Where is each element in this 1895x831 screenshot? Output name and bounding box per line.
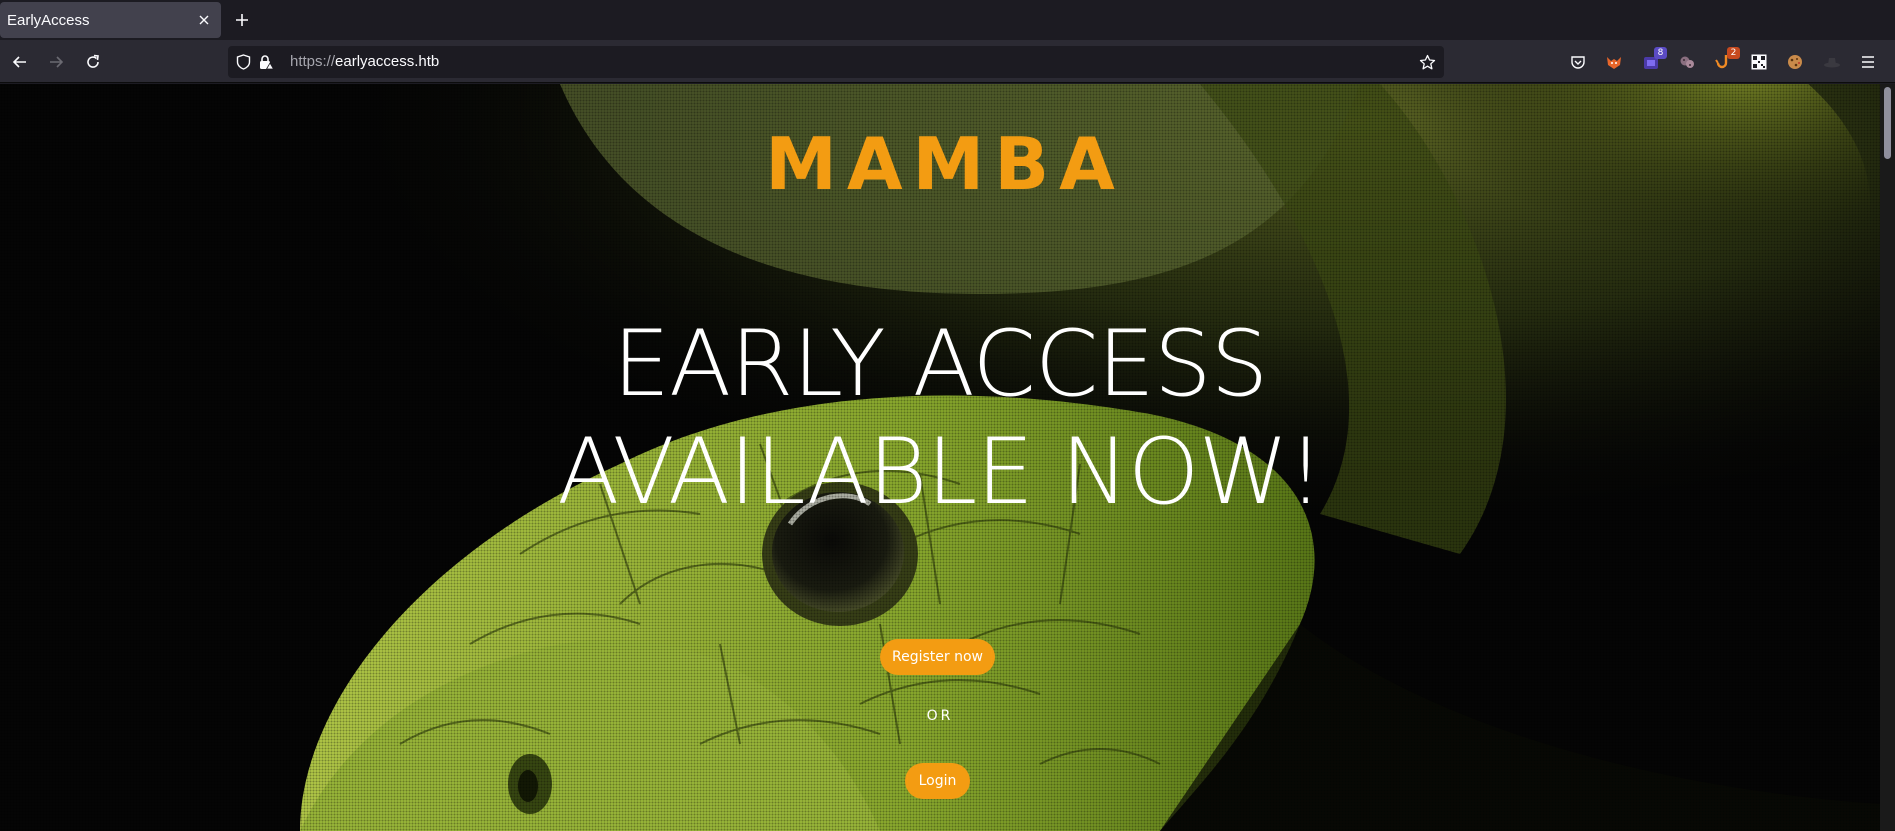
brand-logo-text: MAMBA [765,122,1125,206]
navigation-toolbar: https://earlyaccess.htb 8 2 [0,40,1895,83]
hero-section: MAMBA EARLY ACCESS AVAILABLE NOW! Regist… [0,84,1880,831]
qr-code-icon[interactable] [1748,51,1770,73]
cookie-icon[interactable] [1784,51,1806,73]
url-text[interactable]: https://earlyaccess.htb [290,53,439,70]
url-bar[interactable]: https://earlyaccess.htb [228,46,1444,78]
forward-arrow-icon[interactable] [44,50,68,74]
tab-close-icon[interactable] [193,9,215,31]
register-now-button[interactable]: Register now [880,639,995,675]
page-viewport: MAMBA EARLY ACCESS AVAILABLE NOW! Regist… [0,84,1895,831]
reload-icon[interactable] [81,50,105,74]
extension-badge: 8 [1654,47,1667,59]
tab-strip: EarlyAccess [0,0,1895,40]
hero-headline: EARLY ACCESS AVAILABLE NOW! [0,311,1880,527]
hat-icon[interactable] [1821,51,1843,73]
or-separator: OR [926,708,954,724]
foxyproxy-icon[interactable] [1603,51,1625,73]
cookie-editor-icon[interactable] [1676,51,1698,73]
back-arrow-icon[interactable] [8,50,32,74]
pocket-icon[interactable] [1567,51,1589,73]
url-scheme: https:// [290,53,336,70]
extension-purple-icon[interactable]: 8 [1640,47,1667,73]
tab-earlyaccess[interactable]: EarlyAccess [0,2,221,38]
insecure-lock-icon[interactable] [257,53,275,71]
tracking-shield-icon[interactable] [234,53,252,71]
new-tab-plus-icon[interactable] [230,8,254,32]
tab-title: EarlyAccess [7,11,90,29]
bookmark-star-icon[interactable] [1418,53,1436,71]
headline-line-1: EARLY ACCESS [612,312,1269,417]
vertical-scrollbar[interactable] [1880,84,1895,831]
extension-badge: 2 [1727,47,1740,59]
hook-extension-icon[interactable]: 2 [1713,47,1740,73]
login-button[interactable]: Login [905,763,970,799]
scrollbar-thumb[interactable] [1884,87,1891,159]
headline-line-2: AVAILABLE NOW! [557,420,1324,525]
url-host: earlyaccess.htb [335,53,440,70]
hamburger-menu-icon[interactable] [1857,51,1879,73]
